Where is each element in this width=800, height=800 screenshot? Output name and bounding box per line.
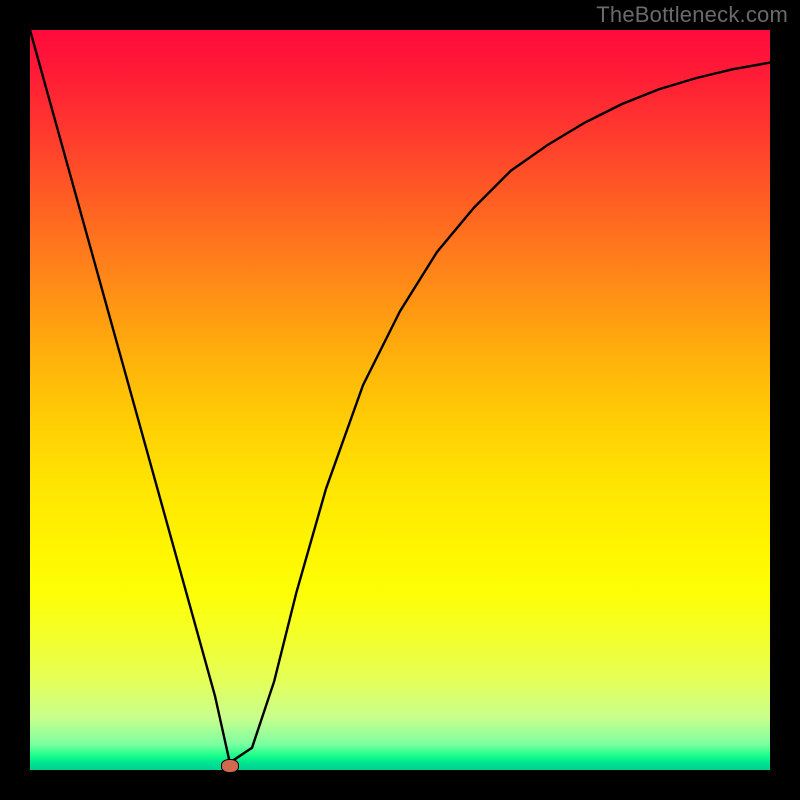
watermark-text: TheBottleneck.com: [596, 2, 788, 28]
curve-svg: [30, 30, 770, 770]
chart-stage: TheBottleneck.com: [0, 0, 800, 800]
bottleneck-curve-path: [30, 30, 770, 763]
plot-area: [30, 30, 770, 770]
optimum-marker: [221, 759, 239, 773]
